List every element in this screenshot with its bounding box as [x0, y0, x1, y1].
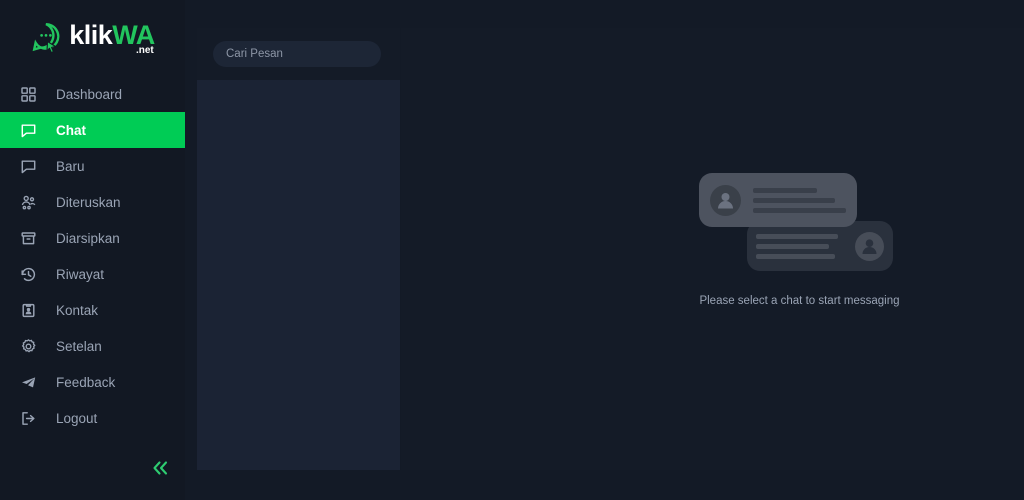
sidebar-item-kontak[interactable]: Kontak	[0, 292, 185, 328]
sidebar-item-label: Baru	[56, 158, 85, 174]
chat-bubble-icon	[20, 122, 37, 139]
sidebar: klik WA .net Dashboard Chat Baru Diterus…	[0, 0, 185, 500]
placeholder-line	[753, 197, 836, 203]
app-root: klik WA .net Dashboard Chat Baru Diterus…	[0, 0, 1024, 500]
sidebar-item-riwayat[interactable]: Riwayat	[0, 256, 185, 292]
placeholder-line	[756, 233, 839, 239]
brand-name-primary: klik	[69, 19, 113, 50]
sidebar-item-label: Logout	[56, 410, 98, 426]
placeholder-line	[756, 253, 835, 259]
sidebar-item-diarsipkan[interactable]: Diarsipkan	[0, 220, 185, 256]
message-icon	[20, 158, 37, 175]
sidebar-item-label: Diarsipkan	[56, 230, 120, 246]
chat-list-header	[197, 28, 400, 80]
chat-bubble-cursor-icon	[30, 21, 64, 55]
avatar	[710, 184, 742, 216]
chat-bubbles-placeholder	[699, 173, 899, 273]
search-input[interactable]	[213, 41, 381, 67]
gear-icon	[20, 338, 37, 355]
sidebar-item-chat[interactable]: Chat	[0, 112, 185, 148]
sidebar-collapse-button[interactable]	[148, 458, 172, 482]
sidebar-item-diteruskan[interactable]: Diteruskan	[0, 184, 185, 220]
placeholder-line	[753, 187, 817, 193]
sidebar-nav: Dashboard Chat Baru Diteruskan Diarsipka…	[0, 76, 185, 436]
sidebar-item-baru[interactable]: Baru	[0, 148, 185, 184]
logout-icon	[20, 410, 37, 427]
users-icon	[20, 194, 37, 211]
chat-list-panel	[197, 28, 400, 470]
history-icon	[20, 266, 37, 283]
placeholder-line	[756, 243, 830, 249]
paper-plane-icon	[20, 374, 37, 391]
contact-card-icon	[20, 302, 37, 319]
sidebar-item-feedback[interactable]: Feedback	[0, 364, 185, 400]
grid-icon	[20, 86, 37, 103]
sidebar-item-label: Kontak	[56, 302, 99, 318]
empty-state-message: Please select a chat to start messaging	[699, 295, 900, 307]
sidebar-item-label: Diteruskan	[56, 194, 121, 210]
placeholder-bubble-incoming	[699, 173, 858, 227]
sidebar-item-label: Riwayat	[56, 266, 105, 282]
sidebar-item-label: Feedback	[56, 374, 116, 390]
sidebar-item-dashboard[interactable]: Dashboard	[0, 76, 185, 112]
content-area: Please select a chat to start messaging	[185, 0, 1024, 500]
brand-suffix: .net	[135, 44, 154, 56]
sidebar-item-setelan[interactable]: Setelan	[0, 328, 185, 364]
chat-list-items[interactable]	[197, 80, 400, 470]
placeholder-line	[753, 207, 847, 213]
chat-pane: Please select a chat to start messaging	[401, 28, 1024, 470]
placeholder-bubble-outgoing	[747, 221, 894, 271]
placeholder-lines	[753, 187, 847, 213]
sidebar-item-label: Setelan	[56, 338, 102, 354]
avatar	[855, 231, 885, 261]
empty-state: Please select a chat to start messaging	[699, 173, 900, 307]
placeholder-lines	[756, 233, 845, 259]
archive-icon	[20, 230, 37, 247]
sidebar-item-label: Chat	[56, 122, 86, 138]
chevron-double-left-icon	[149, 457, 171, 484]
sidebar-item-logout[interactable]: Logout	[0, 400, 185, 436]
sidebar-item-label: Dashboard	[56, 86, 123, 102]
brand-logo[interactable]: klik WA .net	[0, 0, 185, 72]
